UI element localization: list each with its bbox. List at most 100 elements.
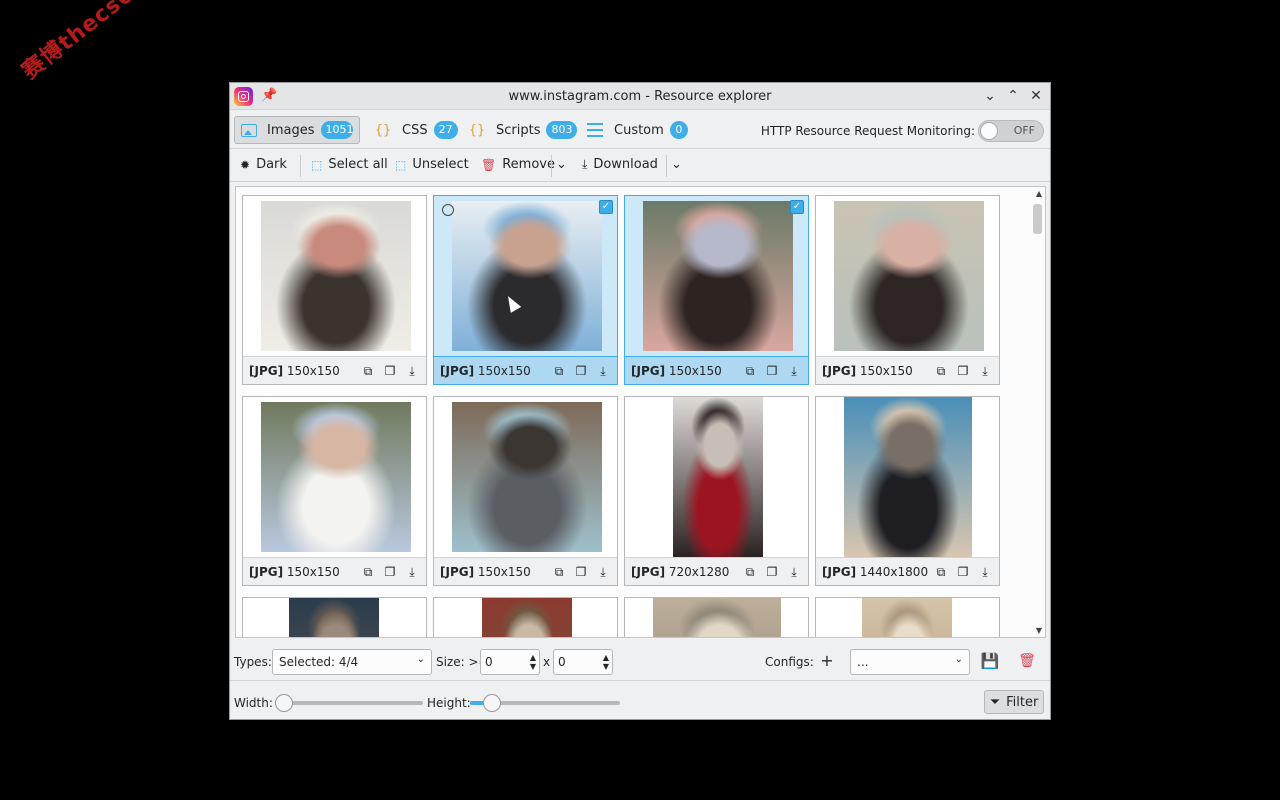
- scroll-down-arrow[interactable]: ▼: [1036, 626, 1042, 635]
- width-slider-handle[interactable]: [275, 694, 293, 712]
- vertical-scrollbar[interactable]: ▲ ▼: [1031, 187, 1045, 637]
- monitoring-toggle[interactable]: OFF: [978, 120, 1044, 142]
- image-card[interactable]: [JPG] 150x150 ⧉ ❐ ⤓: [242, 396, 427, 586]
- tab-scripts[interactable]: {} Scripts 803: [462, 116, 583, 144]
- scroll-thumb[interactable]: [1033, 204, 1042, 234]
- image-thumbnail[interactable]: [834, 201, 984, 351]
- download-icon[interactable]: ⤓: [977, 564, 993, 580]
- image-icon: [241, 122, 257, 138]
- open-tab-icon[interactable]: ⧉: [551, 564, 567, 580]
- configs-select[interactable]: ... ⌄: [850, 649, 970, 675]
- image-thumbnail[interactable]: [643, 201, 793, 351]
- separator: [666, 155, 667, 177]
- image-card[interactable]: [242, 597, 427, 637]
- image-card[interactable]: [815, 597, 1000, 637]
- open-tab-icon[interactable]: ⧉: [933, 363, 949, 379]
- min-height-input[interactable]: 0 ▲ ▼: [553, 649, 613, 675]
- image-thumbnail[interactable]: [261, 402, 411, 552]
- image-thumbnail[interactable]: [653, 598, 781, 637]
- min-width-input[interactable]: 0 ▲ ▼: [480, 649, 540, 675]
- image-card-footer: [JPG] 1440x1800 ⧉ ❐ ⤓: [816, 557, 999, 585]
- close-button[interactable]: ✕: [1026, 86, 1046, 106]
- minimize-button[interactable]: ⌄: [980, 86, 1000, 106]
- watermark: 赛博thecs66: [17, 0, 152, 85]
- height-slider-handle[interactable]: [483, 694, 501, 712]
- download-menu-arrow[interactable]: ⌄: [671, 157, 682, 172]
- image-info: [JPG] 720x1280: [631, 565, 729, 579]
- spin-down-icon[interactable]: ▼: [603, 662, 609, 671]
- spin-up-icon[interactable]: ▲: [530, 653, 536, 662]
- image-card[interactable]: ✓ [JPG] 150x150 ⧉ ❐ ⤓: [624, 195, 809, 385]
- image-thumbnail[interactable]: [289, 598, 379, 637]
- image-thumbnail[interactable]: [261, 201, 411, 351]
- selected-checkbox[interactable]: ✓: [599, 200, 613, 214]
- copy-icon[interactable]: ❐: [764, 564, 780, 580]
- open-tab-icon[interactable]: ⧉: [360, 363, 376, 379]
- title-bar: 📌 www.instagram.com - Resource explorer …: [230, 83, 1050, 110]
- image-thumbnail[interactable]: [862, 598, 952, 637]
- copy-icon[interactable]: ❐: [955, 564, 971, 580]
- image-card[interactable]: [624, 597, 809, 637]
- image-card-footer: [JPG] 150x150 ⧉ ❐ ⤓: [434, 557, 617, 585]
- unselect-button[interactable]: ⬚ Unselect: [395, 157, 469, 172]
- types-select[interactable]: Selected: 4/4 ⌄: [272, 649, 432, 675]
- open-tab-icon[interactable]: ⧉: [742, 363, 758, 379]
- height-slider[interactable]: [470, 694, 620, 712]
- image-info: [JPG] 150x150: [249, 565, 340, 579]
- save-icon[interactable]: 💾: [979, 650, 1001, 672]
- download-button[interactable]: ⤓ Download: [582, 157, 658, 172]
- image-card[interactable]: [433, 597, 618, 637]
- download-icon[interactable]: ⤓: [786, 363, 802, 379]
- open-tab-icon[interactable]: ⧉: [742, 564, 758, 580]
- select-all-button[interactable]: ⬚ Select all: [311, 157, 388, 172]
- download-icon[interactable]: ⤓: [977, 363, 993, 379]
- add-config-icon[interactable]: +: [816, 650, 838, 672]
- spin-up-icon[interactable]: ▲: [603, 653, 609, 662]
- scroll-up-arrow[interactable]: ▲: [1036, 189, 1042, 198]
- delete-config-icon[interactable]: 🗑: [1016, 650, 1038, 672]
- image-card[interactable]: ✓ [JPG] 150x150 ⧉ ❐ ⤓: [433, 195, 618, 385]
- spin-down-icon[interactable]: ▼: [530, 662, 536, 671]
- image-card[interactable]: [JPG] 720x1280 ⧉ ❐ ⤓: [624, 396, 809, 586]
- filter-label: Filter: [1006, 694, 1039, 710]
- dark-label: Dark: [256, 157, 287, 172]
- tab-custom[interactable]: Custom 0: [580, 116, 694, 144]
- copy-icon[interactable]: ❐: [382, 564, 398, 580]
- width-slider[interactable]: [275, 694, 423, 712]
- remove-button[interactable]: 🗑 Remove: [481, 157, 555, 172]
- dark-button[interactable]: ✹ Dark: [240, 157, 287, 172]
- image-thumbnail[interactable]: [452, 402, 602, 552]
- image-thumbnail[interactable]: [673, 397, 763, 557]
- image-gallery[interactable]: ▲ ▼ [JPG] 150x150 ⧉ ❐ ⤓ ✓ [JPG] 150x150 ⧉ ❐ ⤓ ✓ [J…: [235, 186, 1046, 638]
- maximize-button[interactable]: ⌃: [1003, 86, 1023, 106]
- open-tab-icon[interactable]: ⧉: [933, 564, 949, 580]
- image-card[interactable]: [JPG] 1440x1800 ⧉ ❐ ⤓: [815, 396, 1000, 586]
- copy-icon[interactable]: ❐: [382, 363, 398, 379]
- image-card-footer: [JPG] 150x150 ⧉ ❐ ⤓: [816, 356, 999, 384]
- open-tab-icon[interactable]: ⧉: [551, 363, 567, 379]
- copy-icon[interactable]: ❐: [573, 564, 589, 580]
- download-icon[interactable]: ⤓: [404, 363, 420, 379]
- download-icon[interactable]: ⤓: [595, 564, 611, 580]
- image-card[interactable]: [JPG] 150x150 ⧉ ❐ ⤓: [242, 195, 427, 385]
- remove-menu-arrow[interactable]: ⌄: [556, 157, 567, 172]
- image-card[interactable]: [JPG] 150x150 ⧉ ❐ ⤓: [815, 195, 1000, 385]
- tab-images[interactable]: Images 1051: [234, 116, 360, 144]
- image-thumbnail[interactable]: [452, 201, 602, 351]
- tab-css[interactable]: {} CSS 27: [368, 116, 464, 144]
- filter-button[interactable]: ⏷ Filter: [984, 690, 1044, 714]
- image-thumbnail[interactable]: [844, 397, 972, 557]
- download-icon[interactable]: ⤓: [404, 564, 420, 580]
- selected-checkbox[interactable]: ✓: [790, 200, 804, 214]
- copy-icon[interactable]: ❐: [955, 363, 971, 379]
- copy-icon[interactable]: ❐: [573, 363, 589, 379]
- copy-icon[interactable]: ❐: [764, 363, 780, 379]
- image-card-footer: [JPG] 150x150 ⧉ ❐ ⤓: [243, 557, 426, 585]
- braces-icon: {}: [468, 122, 486, 138]
- download-icon[interactable]: ⤓: [786, 564, 802, 580]
- count-badge: 803: [546, 121, 578, 139]
- download-icon[interactable]: ⤓: [595, 363, 611, 379]
- image-card[interactable]: [JPG] 150x150 ⧉ ❐ ⤓: [433, 396, 618, 586]
- image-thumbnail[interactable]: [482, 598, 572, 637]
- open-tab-icon[interactable]: ⧉: [360, 564, 376, 580]
